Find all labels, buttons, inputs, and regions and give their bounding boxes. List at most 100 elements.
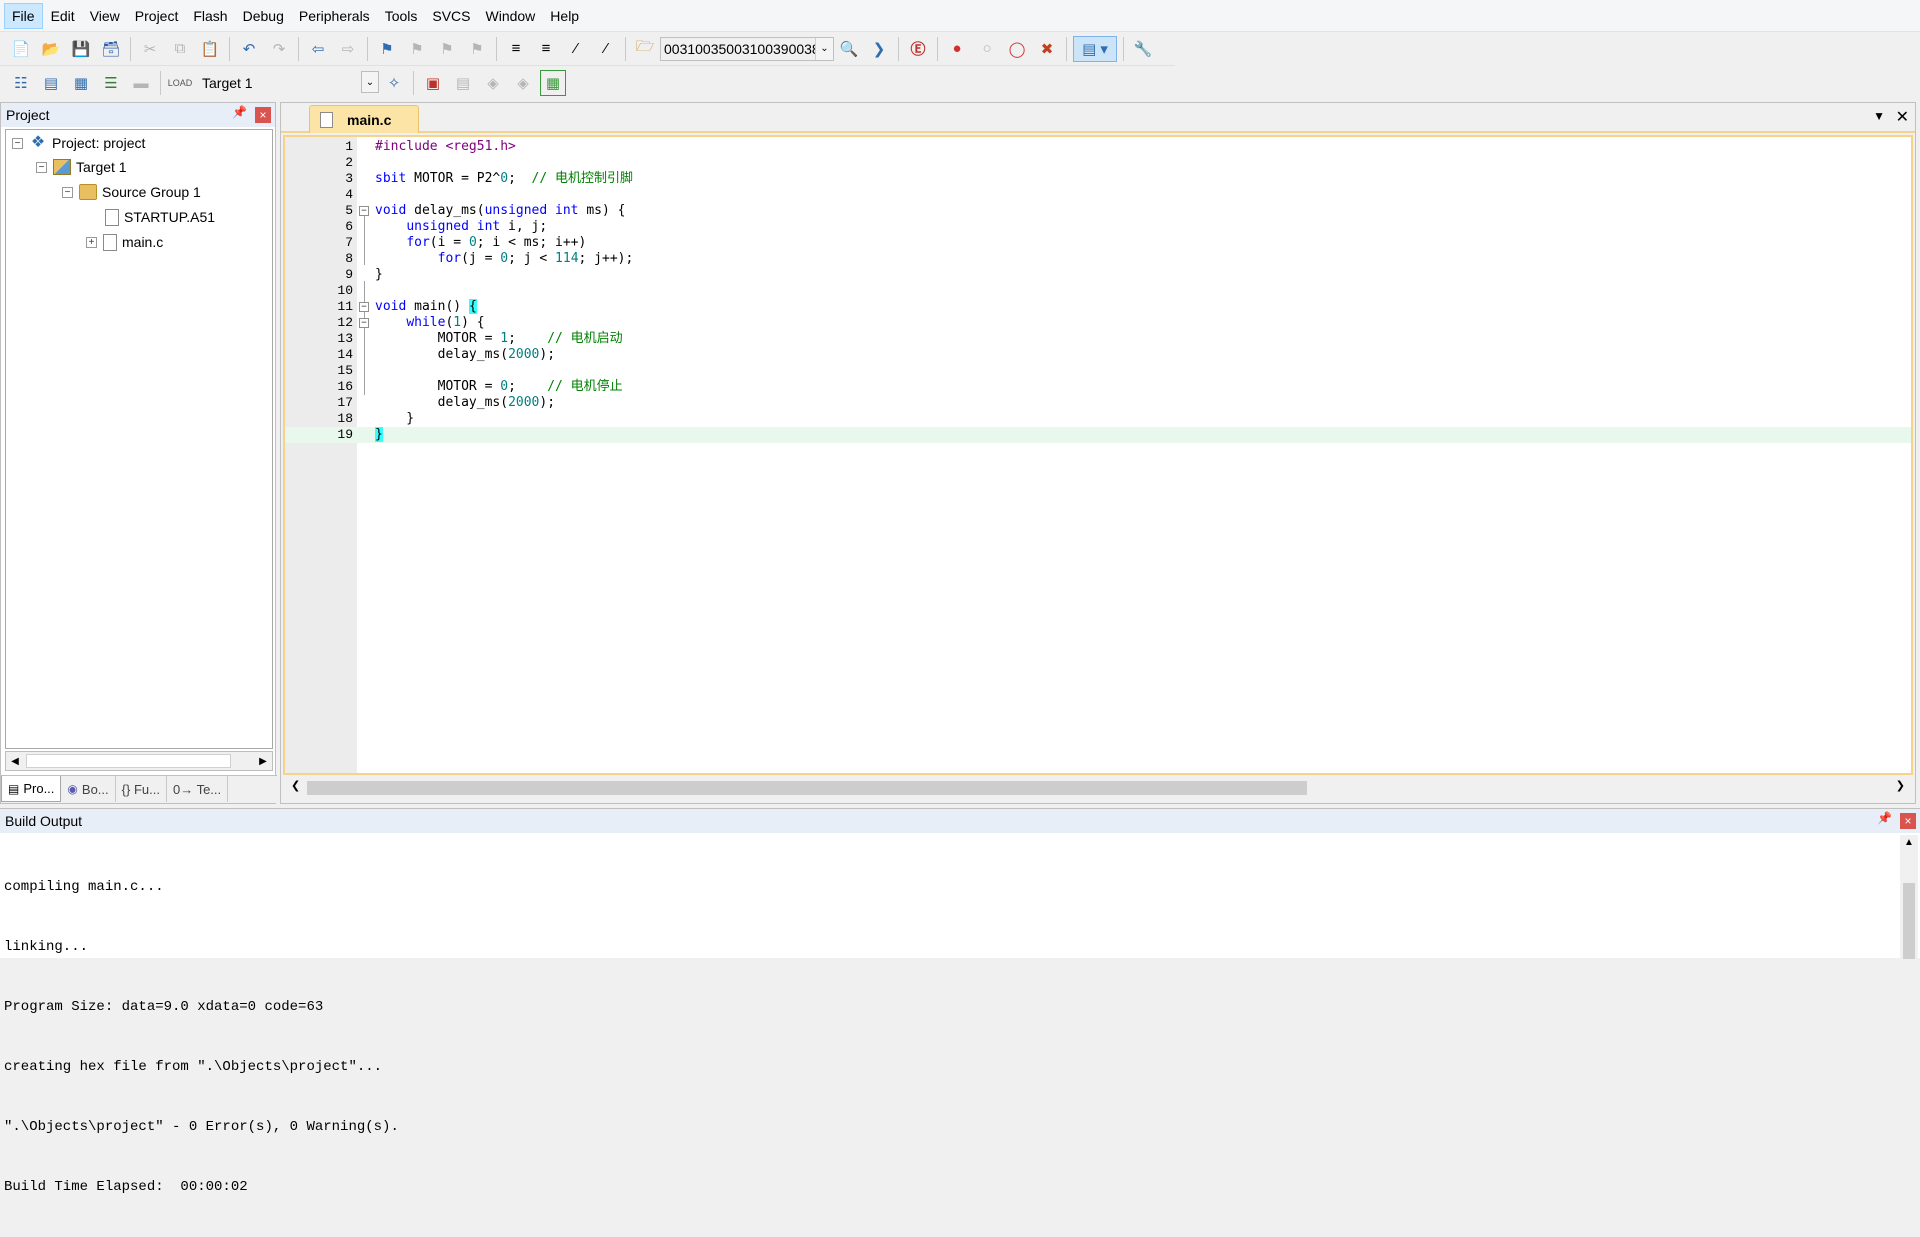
undo-icon[interactable]: ↶ — [236, 36, 262, 62]
expand-icon[interactable]: + — [86, 236, 97, 248]
folder-icon — [79, 184, 97, 200]
manage-project-items-icon[interactable]: ▦ — [540, 70, 566, 96]
configure-icon[interactable]: ❯ — [866, 36, 892, 62]
breakpoint-disable-all-icon[interactable]: ◯ — [1004, 36, 1030, 62]
menu-window[interactable]: Window — [479, 4, 543, 28]
debug-session-icon[interactable]: Ⓔ — [905, 36, 931, 62]
pin-icon[interactable]: 📌 — [232, 105, 247, 119]
navigate-back-icon[interactable]: ⇦ — [305, 36, 331, 62]
stop-build-icon[interactable]: ▬ — [128, 70, 154, 96]
tab-templates[interactable]: 0→ Te... — [167, 776, 229, 802]
pin-icon[interactable]: 📌 — [1877, 811, 1892, 825]
breakpoint-enable-icon[interactable]: ○ — [974, 36, 1000, 62]
copy-icon[interactable]: ⧉ — [167, 36, 193, 62]
tab-books[interactable]: ◉ Bo... — [61, 776, 116, 802]
project-horizontal-scrollbar[interactable]: ◀ ▶ — [5, 751, 273, 771]
menu-project[interactable]: Project — [128, 4, 186, 28]
tree-node-label: main.c — [122, 234, 164, 250]
uncomment-icon[interactable]: ⁄ — [593, 36, 619, 62]
tab-functions[interactable]: {} Fu... — [116, 776, 167, 802]
wrench-icon[interactable]: 🔧 — [1130, 36, 1156, 62]
save-all-icon[interactable]: 🗃 — [98, 36, 124, 62]
bookmark-prev-icon[interactable]: ⚑ — [404, 36, 430, 62]
close-icon[interactable]: × — [255, 107, 271, 123]
menu-flash[interactable]: Flash — [186, 4, 234, 28]
project-panel: Project 📌 × − ❖ Project: project − Targe… — [0, 102, 277, 804]
bookmark-toggle-icon[interactable]: ⚑ — [374, 36, 400, 62]
scroll-right-icon[interactable]: ▶ — [254, 752, 272, 770]
paste-icon[interactable]: 📋 — [197, 36, 223, 62]
bookmark-next-icon[interactable]: ⚑ — [434, 36, 460, 62]
tab-list-dropdown-icon[interactable]: ▼ — [1873, 109, 1885, 123]
breakpoint-insert-icon[interactable]: ● — [944, 36, 970, 62]
editor-horizontal-scrollbar[interactable]: ❮ ❯ — [283, 777, 1913, 799]
scroll-left-icon[interactable]: ◀ — [6, 752, 24, 770]
menu-help[interactable]: Help — [543, 4, 586, 28]
unindent-icon[interactable]: ≡ — [533, 36, 559, 62]
build-output-vertical-scrollbar[interactable]: ▲ — [1900, 835, 1918, 959]
save-icon[interactable]: 💾 — [68, 36, 94, 62]
target-select-value: Target 1 — [202, 75, 253, 91]
build-icon[interactable]: ▤ — [38, 70, 64, 96]
select-software-packs-icon[interactable]: ◈ — [480, 70, 506, 96]
collapse-icon[interactable]: − — [62, 186, 73, 198]
close-icon[interactable]: ✕ — [1896, 107, 1909, 127]
tree-node-project[interactable]: − ❖ Project: project — [12, 132, 145, 154]
menu-view[interactable]: View — [83, 4, 127, 28]
menu-tools[interactable]: Tools — [378, 4, 425, 28]
download-icon[interactable]: LOAD — [167, 70, 193, 96]
comment-icon[interactable]: ⁄ — [563, 36, 589, 62]
tab-label: Bo... — [81, 781, 109, 797]
collapse-icon[interactable]: − — [36, 161, 47, 173]
device-select[interactable]: 00310035003100390038​0 ⌄ — [660, 36, 834, 61]
batch-build-icon[interactable]: ☰ — [98, 70, 124, 96]
indent-icon[interactable]: ≡ — [503, 36, 529, 62]
scroll-right-icon[interactable]: ❯ — [1896, 779, 1905, 792]
tree-node-file[interactable]: STARTUP.A51 — [105, 206, 215, 228]
tree-node-file[interactable]: + main.c — [86, 231, 163, 253]
close-icon[interactable]: × — [1900, 813, 1916, 829]
menu-svcs[interactable]: SVCS — [425, 4, 477, 28]
tree-node-target[interactable]: − Target 1 — [36, 156, 127, 178]
new-file-icon[interactable]: 📄 — [8, 36, 34, 62]
code-line: 1 #include <reg51.h> — [285, 139, 1911, 155]
editor-tab-main-c[interactable]: main.c — [309, 105, 419, 133]
breakpoint-kill-all-icon[interactable]: ✖ — [1034, 36, 1060, 62]
translate-icon[interactable]: ☷ — [8, 70, 34, 96]
chevron-down-icon[interactable]: ⌄ — [361, 71, 379, 93]
code-editor[interactable]: 1 #include <reg51.h> 2 3 sbit MOTOR = P2^0… — [283, 135, 1913, 775]
open-file-icon[interactable]: 📂 — [38, 36, 64, 62]
target-options-icon[interactable]: ✧ — [381, 70, 407, 96]
chevron-down-icon[interactable]: ⌄ — [815, 37, 833, 60]
menu-peripherals[interactable]: Peripherals — [292, 4, 377, 28]
cut-icon[interactable]: ✂ — [137, 36, 163, 62]
menu-file[interactable]: File — [4, 2, 43, 29]
scroll-up-icon[interactable]: ▲ — [1904, 837, 1914, 848]
tree-node-source-group[interactable]: − Source Group 1 — [62, 181, 201, 203]
window-layout-icon[interactable]: ▤ ▾ — [1073, 35, 1117, 62]
redo-icon[interactable]: ↷ — [266, 36, 292, 62]
scroll-left-icon[interactable]: ❮ — [291, 779, 300, 792]
target-select[interactable]: Target 1 ⌄ — [199, 71, 379, 95]
find-icon[interactable]: 🔍 — [836, 36, 862, 62]
scrollbar-thumb[interactable] — [26, 754, 231, 768]
tab-project[interactable]: ▤ Pro... — [1, 776, 62, 802]
menu-debug[interactable]: Debug — [236, 4, 291, 28]
build-output-text[interactable]: compiling main.c... linking... Program S… — [4, 837, 1894, 1237]
manage-components-icon[interactable]: ▤ — [450, 70, 476, 96]
scrollbar-thumb[interactable] — [307, 781, 1307, 795]
file-extensions-icon[interactable]: ▣ — [420, 70, 446, 96]
pack-installer-icon[interactable]: ◈ — [510, 70, 536, 96]
collapse-icon[interactable]: − — [12, 137, 23, 149]
code-line: 10 — [285, 283, 1911, 299]
menu-edit[interactable]: Edit — [44, 4, 82, 28]
code-text: MOTOR = 1; // 电机启动 — [375, 331, 623, 346]
find-in-files-icon[interactable]: 🗁 — [632, 36, 658, 62]
fold-toggle-icon[interactable]: − — [359, 206, 369, 216]
fold-toggle-icon[interactable]: − — [359, 302, 369, 312]
rebuild-icon[interactable]: ▦ — [68, 70, 94, 96]
fold-toggle-icon[interactable]: − — [359, 318, 369, 328]
scrollbar-thumb[interactable] — [1903, 883, 1915, 959]
bookmark-clear-icon[interactable]: ⚑ — [464, 36, 490, 62]
navigate-forward-icon[interactable]: ⇨ — [335, 36, 361, 62]
